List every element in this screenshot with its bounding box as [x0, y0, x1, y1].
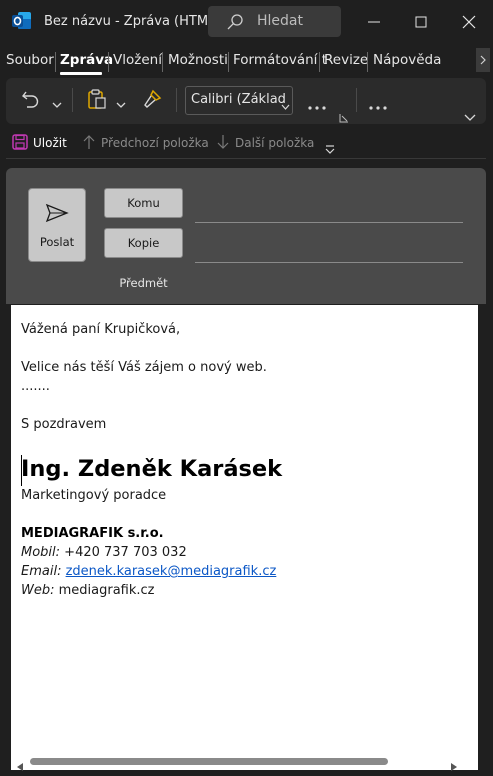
web-address: mediagrafik.cz [58, 583, 155, 598]
more-options-icon[interactable] [307, 96, 327, 115]
greeting-line: Vážená paní Krupičková, [21, 322, 181, 337]
mobile-label: Mobil: [21, 545, 61, 560]
chevron-down-icon[interactable] [116, 94, 126, 113]
active-tab-indicator [60, 72, 102, 75]
signature-company: MEDIAGRAFIK s.r.o. [21, 526, 164, 541]
tab-separator [367, 52, 368, 72]
ribbon-separator [176, 88, 177, 112]
scrollbar-thumb[interactable] [30, 758, 388, 765]
tab-zprava[interactable]: Zpráva [60, 52, 113, 68]
signature-title: Marketingový poradce [21, 488, 167, 503]
tab-separator [55, 52, 56, 72]
signature-mobile: Mobil: +420 737 703 032 [21, 545, 187, 560]
body-line: Velice nás těší Váš zájem o nový web. [21, 360, 267, 375]
signature-email: Email: zdenek.karasek@mediagrafik.cz [21, 564, 276, 579]
email-label: Email: [21, 564, 62, 579]
tab-separator [108, 52, 109, 72]
web-label: Web: [21, 583, 55, 598]
scroll-right-arrow-icon[interactable] [450, 757, 458, 776]
tabs-scroll-right-button[interactable] [476, 48, 490, 72]
format-painter-icon[interactable] [141, 88, 163, 114]
chevron-down-icon[interactable] [52, 94, 62, 113]
tab-moznosti[interactable]: Možnosti [168, 52, 228, 68]
body-line: ....... [21, 379, 50, 394]
ribbon-collapse-chevron-icon[interactable] [464, 106, 476, 125]
signature-web: Web: mediagrafik.cz [21, 583, 155, 598]
to-button[interactable]: Komu [104, 188, 183, 218]
arrow-up-icon [82, 134, 96, 154]
cc-button[interactable]: Kopie [104, 228, 183, 258]
email-link[interactable]: zdenek.karasek@mediagrafik.cz [66, 564, 277, 579]
tab-napoveda[interactable]: Nápověda [373, 52, 441, 68]
arrow-down-icon [216, 134, 230, 154]
previous-item-button[interactable]: Předchozí položka [101, 136, 209, 150]
next-item-button[interactable]: Další položka [235, 136, 314, 150]
to-field[interactable] [195, 222, 463, 223]
minimize-button[interactable] [362, 10, 386, 34]
window-title: Bez názvu - Zpráva (HTML) [44, 14, 221, 29]
undo-icon[interactable] [20, 88, 42, 114]
close-button[interactable] [457, 10, 481, 34]
ribbon-separator [72, 88, 73, 112]
cc-field[interactable] [195, 262, 463, 263]
tab-separator [162, 52, 163, 72]
tab-vlozeni[interactable]: Vložení [113, 52, 162, 68]
chevron-down-icon [281, 96, 290, 115]
clipboard-paste-icon[interactable] [86, 88, 108, 114]
subject-label: Předmět [119, 276, 168, 290]
customize-quick-access-icon[interactable] [325, 139, 335, 158]
send-icon [45, 203, 69, 227]
save-icon[interactable] [12, 134, 28, 154]
search-input[interactable]: Hledat [257, 13, 303, 29]
font-name-value: Calibri (Základ [191, 92, 286, 107]
more-options-icon[interactable] [368, 96, 388, 115]
tab-soubor[interactable]: Soubor [6, 52, 54, 68]
divider [6, 158, 486, 159]
tab-revize[interactable]: Revize [324, 52, 368, 68]
scroll-left-arrow-icon[interactable] [16, 757, 24, 776]
outlook-app-icon [12, 11, 32, 31]
tab-separator [228, 52, 229, 72]
closing-line: S pozdravem [21, 417, 107, 432]
mobile-number: +420 737 703 032 [64, 545, 187, 560]
text-cursor [21, 455, 22, 486]
dialog-launcher-icon[interactable] [339, 108, 349, 127]
signature-name: Ing. Zdeněk Karásek [21, 456, 283, 482]
search-icon [226, 13, 244, 35]
ribbon-separator [356, 88, 357, 112]
save-button[interactable]: Uložit [33, 136, 67, 150]
tab-formatovani[interactable]: Formátování t [233, 52, 327, 68]
tab-separator [319, 52, 320, 72]
send-label: Poslat [39, 235, 75, 249]
maximize-button[interactable] [409, 10, 433, 34]
